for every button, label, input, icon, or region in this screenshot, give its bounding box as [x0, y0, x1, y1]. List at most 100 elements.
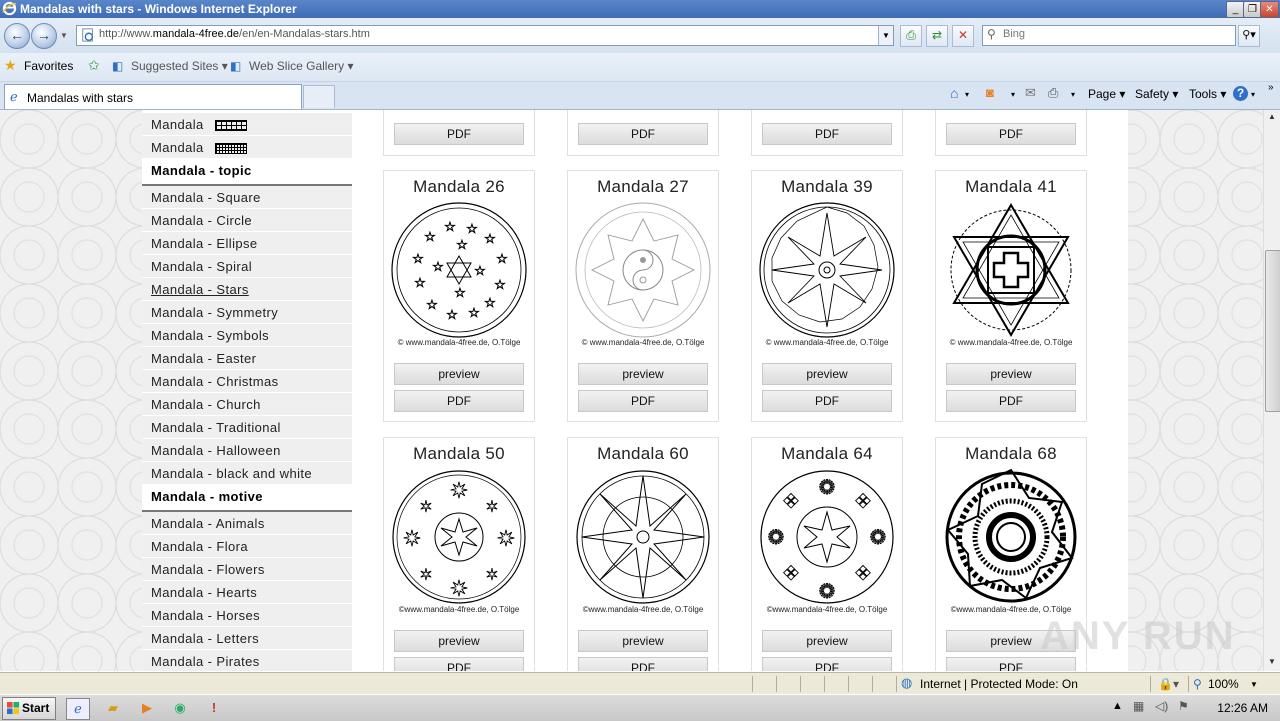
home-dropdown-icon[interactable]: ▾	[965, 90, 969, 99]
pdf-button[interactable]: PDF	[946, 123, 1076, 145]
scroll-down-icon[interactable]: ▼	[1265, 655, 1279, 669]
preview-button[interactable]: preview	[762, 630, 892, 652]
tray-expand-icon[interactable]: ▲	[1112, 700, 1123, 712]
sidebar-item-square[interactable]: Mandala - Square	[142, 186, 352, 209]
refresh-button[interactable]: ⇄	[926, 25, 948, 47]
vertical-scrollbar[interactable]: ▲ ▼	[1263, 110, 1280, 671]
pdf-button[interactable]: PDF	[578, 657, 708, 671]
sidebar-item-hearts[interactable]: Mandala - Hearts	[142, 581, 352, 604]
pdf-button[interactable]: PDF	[946, 657, 1076, 671]
explorer-folder-icon[interactable]: ▰	[102, 698, 124, 718]
sidebar-item-ellipse[interactable]: Mandala - Ellipse	[142, 232, 352, 255]
ie-taskbar-icon[interactable]: ℯ	[66, 698, 90, 720]
media-player-icon[interactable]: ▶	[136, 698, 158, 718]
mandala-60-image[interactable]	[574, 468, 712, 606]
pdf-button[interactable]: PDF	[578, 390, 708, 412]
address-bar[interactable]: http://www.mandala-4free.de/en/en-Mandal…	[76, 25, 894, 46]
mandala-27-image[interactable]	[574, 201, 712, 339]
sidebar-item-easter[interactable]: Mandala - Easter	[142, 347, 352, 370]
search-go-button[interactable]: ⚲▾	[1238, 25, 1260, 47]
history-dropdown-icon[interactable]: ▼	[60, 31, 68, 40]
preview-button[interactable]: preview	[946, 363, 1076, 385]
pdf-button[interactable]: PDF	[394, 123, 524, 145]
favorites-button[interactable]: Favorites	[24, 59, 73, 73]
sidebar-item-letters[interactable]: Mandala - Letters	[142, 627, 352, 650]
sidebar-item-halloween[interactable]: Mandala - Halloween	[142, 439, 352, 462]
safety-menu[interactable]: Safety ▾	[1135, 87, 1178, 101]
web-slice-gallery-link[interactable]: Web Slice Gallery ▾	[249, 59, 354, 73]
scrollbar-thumb[interactable]	[1265, 250, 1280, 412]
protected-mode-icon[interactable]: 🔒▾	[1158, 677, 1179, 691]
page-menu[interactable]: Page ▾	[1088, 87, 1125, 101]
feeds-dropdown-icon[interactable]: ▾	[1011, 90, 1015, 99]
sidebar-item-horses[interactable]: Mandala - Horses	[142, 604, 352, 627]
pdf-button[interactable]: PDF	[762, 390, 892, 412]
alert-app-icon[interactable]: !	[203, 698, 225, 718]
compatibility-view-button[interactable]: ⎙	[900, 25, 922, 47]
sidebar-item-stars[interactable]: Mandala - Stars	[142, 278, 352, 301]
pdf-button[interactable]: PDF	[762, 657, 892, 671]
address-url[interactable]: http://www.mandala-4free.de/en/en-Mandal…	[99, 28, 370, 40]
tab-mandalas-with-stars[interactable]: ℯ Mandalas with stars	[4, 84, 302, 109]
tray-network-icon[interactable]: ▦	[1133, 699, 1144, 713]
print-icon[interactable]: ⎙	[1048, 85, 1058, 101]
rss-feed-icon[interactable]: ◙	[986, 85, 994, 100]
address-dropdown-icon[interactable]: ▼	[878, 26, 893, 45]
print-dropdown-icon[interactable]: ▾	[1071, 90, 1075, 99]
pdf-button[interactable]: PDF	[578, 123, 708, 145]
sidebar-item-black-and-white[interactable]: Mandala - black and white	[142, 462, 352, 485]
suggested-sites-link[interactable]: Suggested Sites ▾	[131, 59, 228, 73]
mandala-68-image[interactable]	[942, 468, 1080, 606]
back-button[interactable]: ←	[4, 23, 30, 49]
pdf-button[interactable]: PDF	[394, 390, 524, 412]
search-input[interactable]: ⚲ Bing	[982, 25, 1236, 46]
sidebar-item-traditional[interactable]: Mandala - Traditional	[142, 416, 352, 439]
stop-button[interactable]: ✕	[952, 25, 974, 47]
preview-button[interactable]: preview	[394, 363, 524, 385]
mandala-39-image[interactable]	[758, 201, 896, 339]
sidebar-item-pirates[interactable]: Mandala - Pirates	[142, 650, 352, 671]
toolbar-chevron-icon[interactable]: »	[1268, 82, 1274, 93]
tools-menu[interactable]: Tools ▾	[1189, 87, 1226, 101]
pdf-button[interactable]: PDF	[946, 390, 1076, 412]
tray-volume-icon[interactable]: ◁)	[1155, 699, 1168, 713]
zoom-dropdown-icon[interactable]: ▼	[1250, 680, 1258, 689]
preview-button[interactable]: preview	[762, 363, 892, 385]
chrome-icon[interactable]: ◉	[169, 698, 191, 718]
sidebar-item-circle[interactable]: Mandala - Circle	[142, 209, 352, 232]
sidebar-item-spiral[interactable]: Mandala - Spiral	[142, 255, 352, 278]
sidebar-item-mandala-table[interactable]: Mandala	[142, 113, 352, 136]
tray-flag-icon[interactable]: ⚑	[1178, 699, 1189, 713]
preview-button[interactable]: preview	[394, 630, 524, 652]
pdf-button[interactable]: PDF	[762, 123, 892, 145]
mandala-64-image[interactable]: ✺ ✺ ✺ ✺ ❖ ❖ ❖ ❖	[758, 468, 896, 606]
sidebar-item-flowers[interactable]: Mandala - Flowers	[142, 558, 352, 581]
sidebar-item-mandala-table[interactable]: Mandala	[142, 136, 352, 159]
read-mail-icon[interactable]: ✉	[1025, 85, 1036, 101]
forward-button[interactable]: →	[31, 23, 57, 49]
home-icon[interactable]: ⌂	[950, 85, 958, 101]
preview-button[interactable]: preview	[578, 630, 708, 652]
sidebar-item-christmas[interactable]: Mandala - Christmas	[142, 370, 352, 393]
scroll-up-icon[interactable]: ▲	[1265, 110, 1279, 124]
add-favorite-icon[interactable]: ✩	[88, 57, 100, 74]
svg-text:✷: ✷	[497, 526, 515, 551]
sidebar-item-symmetry[interactable]: Mandala - Symmetry	[142, 301, 352, 324]
mandala-50-image[interactable]: ✷ ✷ ✷ ✷ ✶ ✶ ✶ ✶	[390, 468, 528, 606]
mandala-26-image[interactable]: ☆☆ ☆☆ ☆ ☆☆ ☆ ☆☆ ☆☆ ☆ ☆☆☆	[390, 201, 528, 339]
sidebar-item-symbols[interactable]: Mandala - Symbols	[142, 324, 352, 347]
preview-button[interactable]: preview	[578, 363, 708, 385]
sidebar-item-flora[interactable]: Mandala - Flora	[142, 535, 352, 558]
zoom-level[interactable]: 100%	[1208, 677, 1239, 691]
help-icon[interactable]: ?	[1233, 86, 1248, 101]
help-dropdown-icon[interactable]: ▾	[1251, 90, 1255, 99]
start-button[interactable]: Start	[2, 697, 56, 720]
pdf-button[interactable]: PDF	[394, 657, 524, 671]
sidebar-item-animals[interactable]: Mandala - Animals	[142, 512, 352, 535]
sidebar-item-church[interactable]: Mandala - Church	[142, 393, 352, 416]
mandala-41-image[interactable]	[942, 201, 1080, 339]
system-clock[interactable]: 12:26 AM	[1217, 701, 1268, 715]
close-button[interactable]: ✕	[1260, 1, 1279, 18]
security-zone-text[interactable]: Internet | Protected Mode: On	[920, 677, 1078, 691]
new-tab-button[interactable]	[303, 85, 335, 108]
